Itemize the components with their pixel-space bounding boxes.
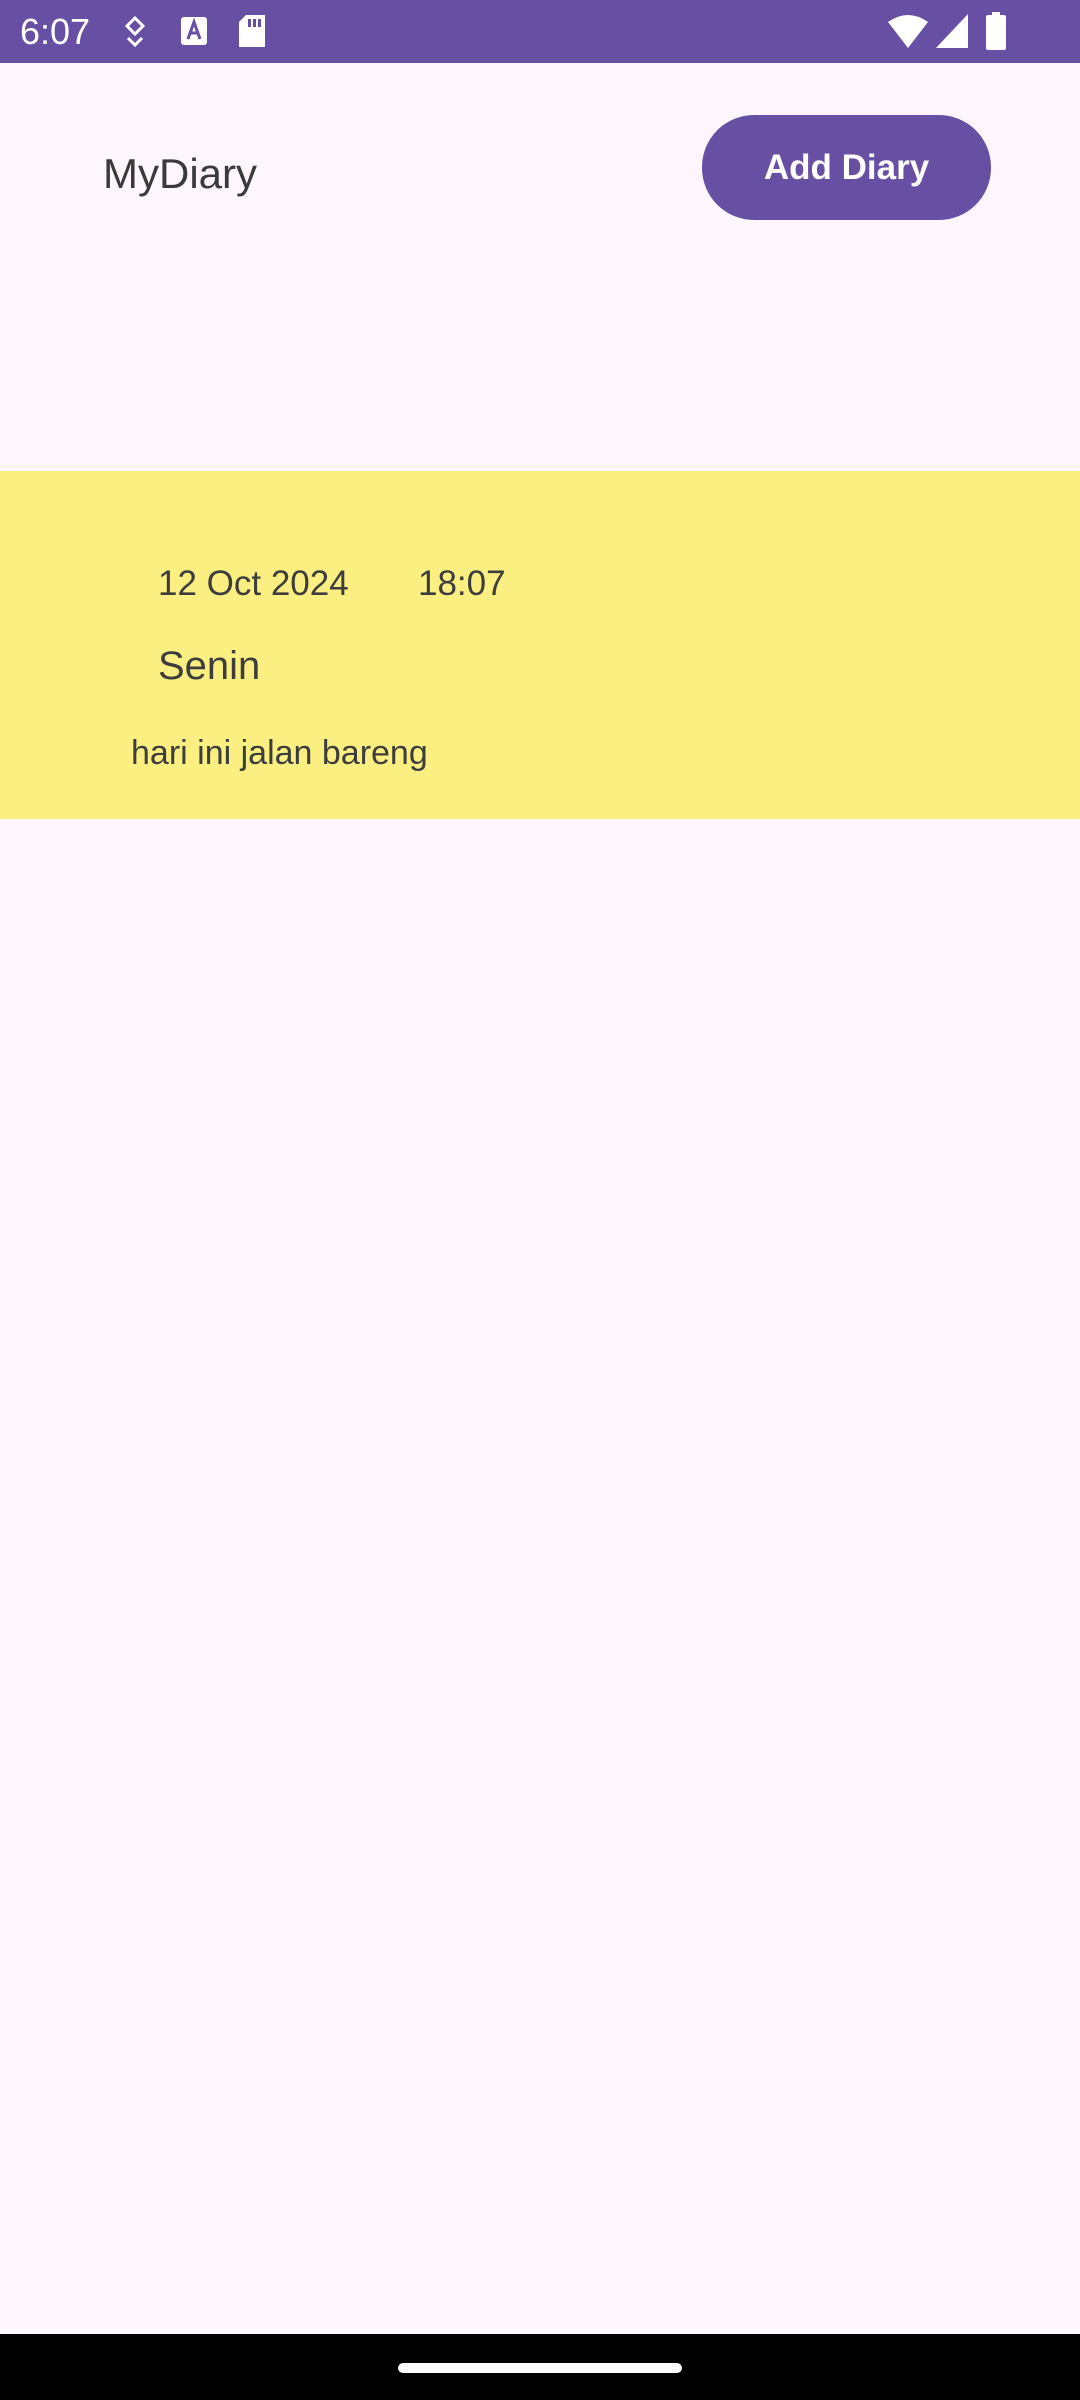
signal-icon	[936, 14, 968, 48]
text-a-icon	[181, 17, 207, 45]
sd-card-icon	[239, 15, 265, 47]
app-title: MyDiary	[103, 150, 257, 197]
battery-icon	[986, 12, 1006, 50]
location-icon	[124, 16, 146, 48]
diary-time: 18:07	[418, 564, 506, 603]
status-bar: 6:07	[0, 0, 1080, 63]
diary-content: hari ini jalan bareng	[131, 734, 428, 772]
navigation-bar	[0, 2334, 1080, 2400]
wifi-icon	[888, 15, 928, 48]
home-gesture-handle[interactable]	[398, 2363, 682, 2373]
diary-title: Senin	[158, 644, 261, 688]
diary-card[interactable]: 12 Oct 2024 18:07 Senin hari ini jalan b…	[0, 471, 1080, 819]
diary-date: 12 Oct 2024	[158, 564, 349, 603]
status-time: 6:07	[20, 11, 91, 52]
add-diary-button[interactable]: Add Diary	[702, 115, 991, 220]
